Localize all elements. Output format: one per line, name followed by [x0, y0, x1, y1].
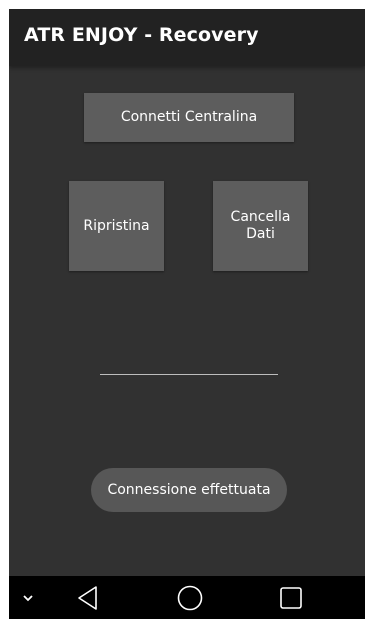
connect-ecu-button[interactable]: Connetti Centralina — [84, 93, 294, 142]
toast-message: Connessione effettuata — [91, 468, 287, 512]
recents-icon[interactable] — [274, 576, 308, 619]
home-icon[interactable] — [173, 576, 207, 619]
clear-data-button[interactable]: Cancella Dati — [213, 181, 308, 271]
action-bar: ATR ENJOY - Recovery — [9, 9, 365, 66]
restore-button[interactable]: Ripristina — [69, 181, 164, 271]
progress-divider — [100, 374, 278, 375]
system-nav-bar — [9, 576, 365, 619]
back-icon[interactable] — [71, 576, 105, 619]
device-frame: ATR ENJOY - Recovery Connetti Centralina… — [0, 0, 365, 619]
app-screen: ATR ENJOY - Recovery Connetti Centralina… — [9, 9, 365, 619]
chevron-down-icon[interactable] — [15, 576, 41, 619]
app-title: ATR ENJOY - Recovery — [24, 24, 259, 46]
